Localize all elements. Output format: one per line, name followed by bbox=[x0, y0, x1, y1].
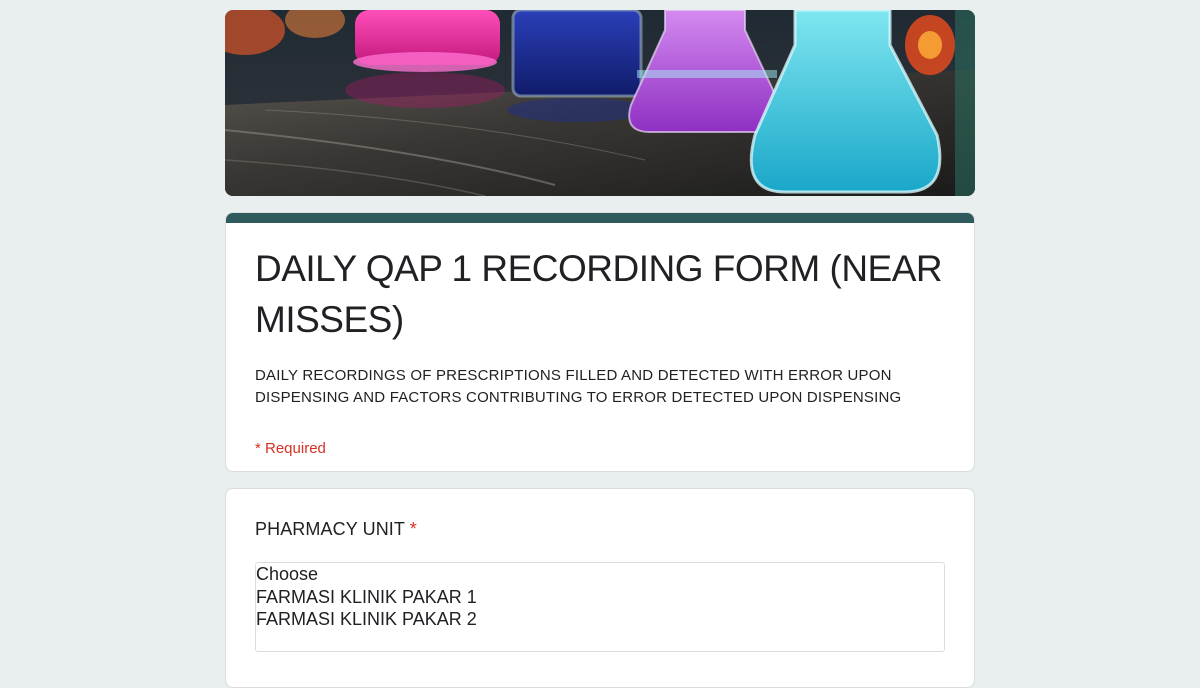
form-description: DAILY RECORDINGS OF PRESCRIPTIONS FILLED… bbox=[255, 365, 945, 409]
form-description-line: DAILY RECORDINGS OF PRESCRIPTIONS FILLED… bbox=[255, 367, 892, 384]
form-header-card: DAILY QAP 1 RECORDING FORM (NEAR MISSES)… bbox=[225, 212, 975, 472]
select-option-farmasi-klinik-pakar-2[interactable]: FARMASI KLINIK PAKAR 2 bbox=[256, 608, 944, 631]
question-title: PHARMACY UNIT * bbox=[255, 519, 945, 540]
form-description-line: DISPENSING AND FACTORS CONTRIBUTING TO E… bbox=[255, 389, 902, 406]
required-note: * Required bbox=[255, 440, 326, 457]
question-card-pharmacy-unit: PHARMACY UNIT * Choose FARMASI KLINIK PA… bbox=[225, 488, 975, 688]
form-container: DAILY QAP 1 RECORDING FORM (NEAR MISSES)… bbox=[225, 10, 975, 688]
header-banner-image bbox=[225, 10, 975, 196]
required-asterisk: * bbox=[409, 519, 417, 539]
chemistry-flasks-image bbox=[225, 10, 975, 196]
accent-bar bbox=[226, 213, 974, 223]
select-option-farmasi-klinik-pakar-1[interactable]: FARMASI KLINIK PAKAR 1 bbox=[256, 586, 944, 609]
question-label: PHARMACY UNIT bbox=[255, 519, 405, 539]
form-title: DAILY QAP 1 RECORDING FORM (NEAR MISSES) bbox=[255, 248, 943, 340]
select-option-choose[interactable]: Choose bbox=[256, 563, 944, 586]
pharmacy-unit-select[interactable]: Choose FARMASI KLINIK PAKAR 1 FARMASI KL… bbox=[255, 562, 945, 652]
